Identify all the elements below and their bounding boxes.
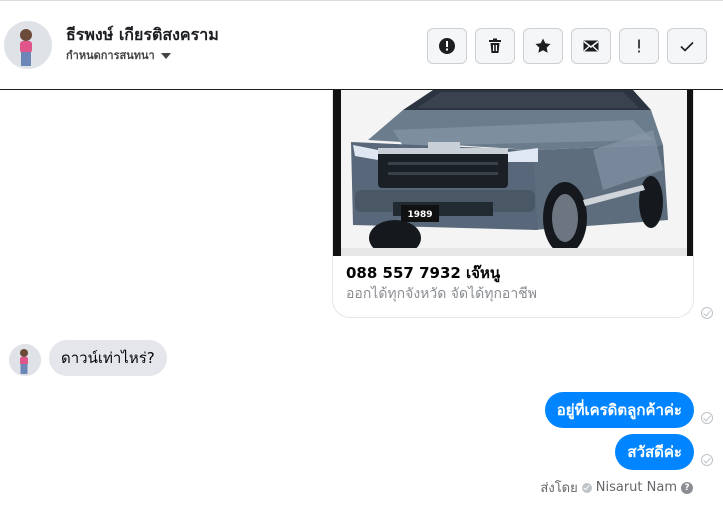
outgoing-message-bubble[interactable]: อยู่ที่เครดิตลูกค้าค่ะ — [544, 392, 694, 428]
check-icon — [680, 41, 694, 52]
incoming-message-bubble[interactable]: ดาวน์เท่าไหร่? — [49, 340, 167, 376]
card-title[interactable]: 088 557 7932 เจ๊หนู — [346, 261, 500, 285]
seen-check-icon — [701, 412, 713, 424]
sent-by-label: ส่งโดย — [540, 481, 578, 496]
alert-circle-icon — [439, 38, 455, 54]
trash-icon — [489, 38, 501, 53]
mark-spam-button[interactable] — [427, 28, 467, 64]
assign-conversation-dropdown[interactable]: กำหนดการสนทนา — [66, 46, 171, 64]
check-circle-icon — [581, 482, 592, 493]
shared-product-card[interactable]: 1989 088 557 7932 เจ๊หนู ออกได้ทุกจังหวั… — [332, 90, 694, 318]
envelope-icon — [583, 40, 599, 52]
person-photo-icon — [4, 21, 52, 69]
caret-down-icon — [160, 53, 171, 59]
contact-avatar[interactable] — [4, 21, 52, 69]
pickup-truck-image: 1989 — [333, 90, 693, 256]
star-button[interactable] — [523, 28, 563, 64]
outgoing-message-bubble[interactable]: สวัสดีค่ะ — [615, 434, 694, 470]
sender-avatar[interactable] — [9, 344, 41, 376]
sent-by-line: ส่งโดย Nisarut Nam ? — [540, 477, 693, 498]
license-plate-text: 1989 — [407, 210, 432, 220]
truck-photo[interactable]: 1989 — [333, 90, 693, 256]
seen-check-icon — [701, 307, 713, 319]
help-icon[interactable]: ? — [681, 481, 693, 494]
sender-name: Nisarut Nam — [595, 480, 677, 495]
seen-check-icon — [701, 454, 713, 466]
star-icon — [535, 38, 551, 53]
person-photo-icon — [9, 344, 41, 376]
delete-button[interactable] — [475, 28, 515, 64]
mark-unread-button[interactable] — [571, 28, 611, 64]
mark-done-button[interactable] — [667, 28, 707, 64]
action-toolbar — [427, 28, 707, 64]
conversation-header: ธีรพงษ์ เกียรติสงคราม กำหนดการสนทนา — [0, 0, 723, 90]
exclamation-icon — [638, 39, 640, 53]
contact-name[interactable]: ธีรพงษ์ เกียรติสงคราม — [66, 23, 219, 48]
card-subtitle: ออกได้ทุกจังหวัด จัดได้ทุกอาชีพ — [346, 286, 537, 302]
assign-label: กำหนดการสนทนา — [66, 49, 155, 62]
follow-up-button[interactable] — [619, 28, 659, 64]
